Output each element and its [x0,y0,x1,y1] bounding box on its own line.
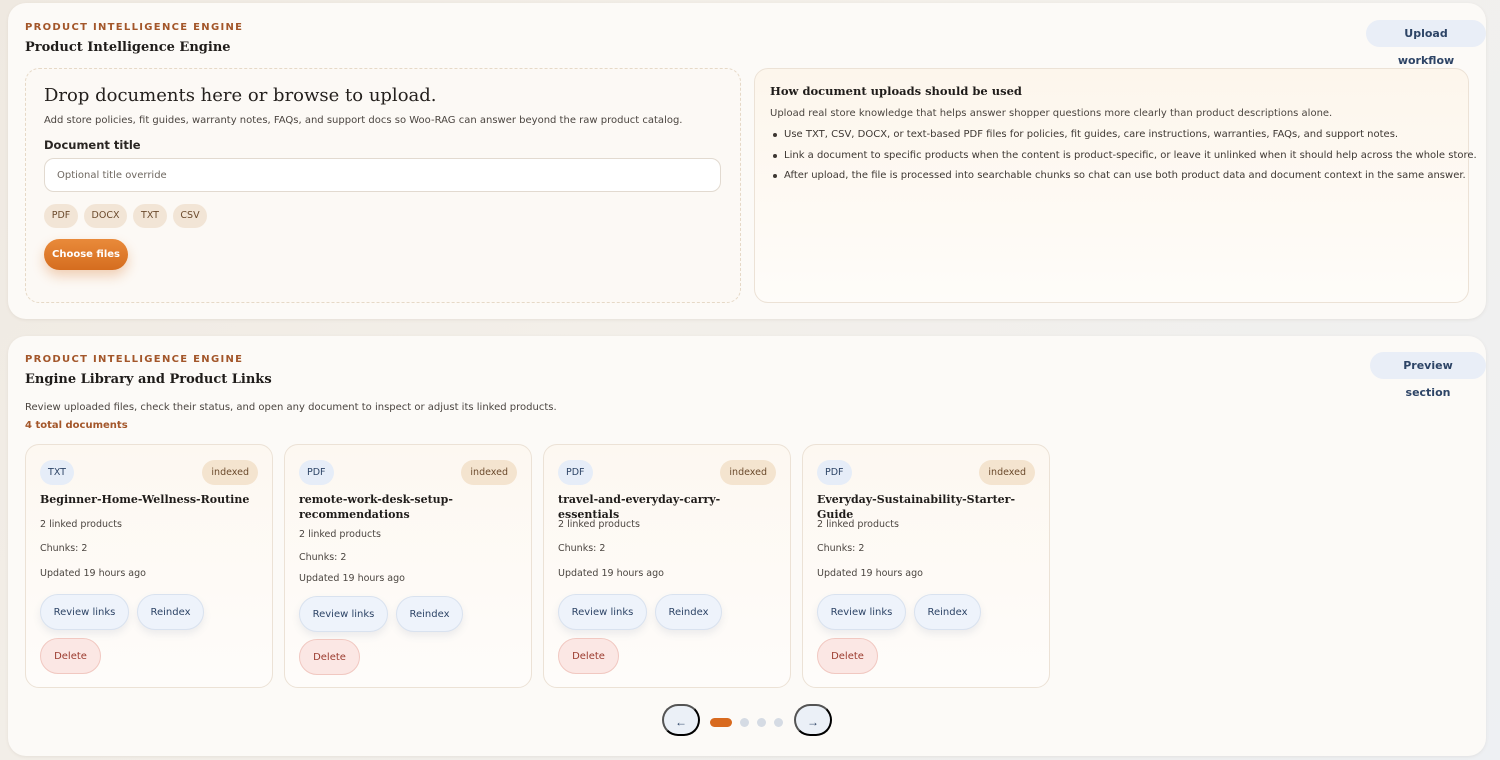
page-dot[interactable] [774,718,783,727]
status-badge: indexed [720,460,776,485]
updated-time: Updated 19 hours ago [299,573,405,584]
page-dot[interactable] [740,718,749,727]
library-description: Review uploaded files, check their statu… [25,402,557,413]
chunk-count: Chunks: 2 [558,543,606,554]
linked-products-count: 2 linked products [40,519,122,530]
file-type-badge: PDF [817,460,852,485]
document-title-label: Document title [44,138,141,152]
upload-workflow-button[interactable]: Upload workflow [1366,20,1486,67]
document-card[interactable]: PDF indexed travel-and-everyday-carry-es… [543,444,791,688]
upload-guidance-panel: How document uploads should be used Uplo… [754,68,1477,303]
document-card[interactable]: TXT indexed Beginner-Home-Wellness-Routi… [25,444,273,688]
guidance-bullet: After upload, the file is processed into… [770,169,1466,190]
file-type-badge: PDF [558,460,593,485]
document-title-input[interactable] [44,158,721,192]
review-links-button[interactable]: Review links [299,596,388,632]
review-links-button[interactable]: Review links [817,594,906,630]
previous-page-button[interactable]: ← [662,704,700,736]
review-links-button[interactable]: Review links [558,594,647,630]
guidance-title: How document uploads should be used [770,84,1022,98]
chunk-count: Chunks: 2 [817,543,865,554]
document-name: Everyday-Sustainability-Starter-Guide [817,493,1016,521]
delete-button[interactable]: Delete [299,639,360,675]
review-links-button[interactable]: Review links [40,594,129,630]
upload-panel-title: Product Intelligence Engine [25,40,231,55]
dropzone-description: Add store policies, fit guides, warranty… [44,115,683,126]
status-badge: indexed [202,460,258,485]
status-badge: indexed [979,460,1035,485]
preview-section-button[interactable]: Preview section [1370,352,1486,399]
reindex-button[interactable]: Reindex [655,594,722,630]
updated-time: Updated 19 hours ago [40,568,146,579]
linked-products-count: 2 linked products [558,519,640,530]
status-badge: indexed [461,460,517,485]
document-name: remote-work-desk-setup-recommendations [299,493,453,521]
document-count: 4 total documents [25,420,128,431]
library-panel-title: Engine Library and Product Links [25,372,272,387]
format-chip-txt: TXT [133,204,167,228]
chunk-count: Chunks: 2 [40,543,88,554]
delete-button[interactable]: Delete [558,638,619,674]
updated-time: Updated 19 hours ago [817,568,923,579]
document-name: Beginner-Home-Wellness-Routine [40,493,250,506]
document-name: travel-and-everyday-carry-essentials [558,493,721,521]
guidance-bullet: Use TXT, CSV, DOCX, or text-based PDF fi… [770,128,1460,149]
file-type-badge: PDF [299,460,334,485]
updated-time: Updated 19 hours ago [558,568,664,579]
next-page-button[interactable]: → [794,704,832,736]
dropzone[interactable]: Drop documents here or browse to upload.… [25,68,741,303]
upload-panel: PRODUCT INTELLIGENCE ENGINE Product Inte… [8,3,1486,319]
format-chip-docx: DOCX [84,204,127,228]
guidance-intro: Upload real store knowledge that helps a… [770,108,1333,119]
library-eyebrow: PRODUCT INTELLIGENCE ENGINE [25,354,244,365]
format-chip-csv: CSV [173,204,207,228]
linked-products-count: 2 linked products [817,519,899,530]
reindex-button[interactable]: Reindex [137,594,204,630]
format-chip-pdf: PDF [44,204,78,228]
page-dot[interactable] [757,718,766,727]
reindex-button[interactable]: Reindex [914,594,981,630]
reindex-button[interactable]: Reindex [396,596,463,632]
document-card[interactable]: PDF indexed Everyday-Sustainability-Star… [802,444,1050,688]
library-panel: PRODUCT INTELLIGENCE ENGINE Engine Libra… [8,336,1486,756]
linked-products-count: 2 linked products [299,529,381,540]
page-dot-active[interactable] [710,718,732,727]
guidance-bullet: Link a document to specific products whe… [770,149,1477,170]
choose-files-button[interactable]: Choose files [44,239,128,270]
upload-eyebrow: PRODUCT INTELLIGENCE ENGINE [25,22,244,33]
delete-button[interactable]: Delete [40,638,101,674]
document-card[interactable]: PDF indexed remote-work-desk-setup-recom… [284,444,532,688]
chunk-count: Chunks: 2 [299,552,347,563]
guidance-list: Use TXT, CSV, DOCX, or text-based PDF fi… [770,128,1477,190]
dropzone-heading: Drop documents here or browse to upload. [44,85,437,106]
delete-button[interactable]: Delete [817,638,878,674]
file-type-badge: TXT [40,460,74,485]
